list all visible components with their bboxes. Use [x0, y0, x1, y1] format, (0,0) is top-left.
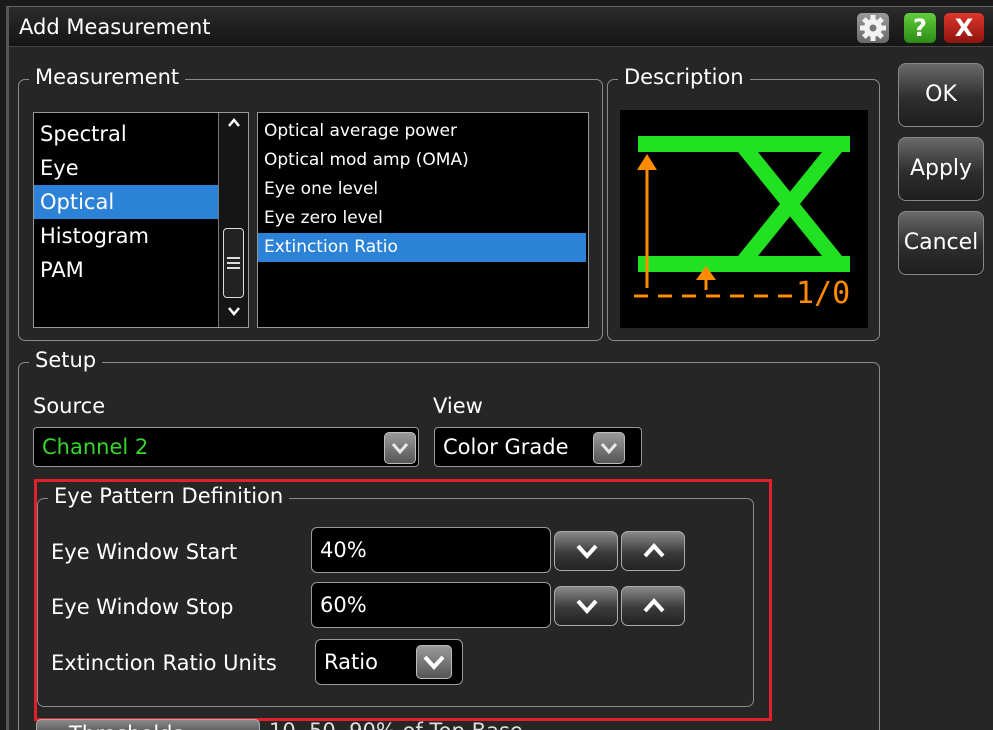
description-legend: Description — [618, 65, 750, 89]
gear-icon[interactable] — [857, 13, 889, 43]
scroll-down-icon[interactable] — [224, 305, 244, 323]
scroll-up-icon[interactable] — [224, 117, 244, 135]
measurement-list[interactable]: Optical average power Optical mod amp (O… — [257, 112, 589, 328]
thresholds-button-label: Thresholds — [69, 722, 183, 730]
category-list[interactable]: Spectral Eye Optical Histogram PAM — [33, 112, 249, 328]
ok-button[interactable]: OK — [898, 63, 984, 127]
title-bar: Add Measurement ? X — [9, 7, 993, 47]
setup-legend: Setup — [29, 348, 103, 372]
measurement-item[interactable]: Eye one level — [258, 175, 588, 204]
help-icon[interactable]: ? — [904, 13, 936, 43]
view-select[interactable]: Color Grade — [434, 427, 642, 467]
close-icon[interactable]: X — [944, 13, 984, 43]
measurement-group: Measurement Spectral Eye Optical Histogr… — [18, 65, 603, 341]
highlight-box — [34, 479, 772, 721]
measurement-item[interactable]: Eye zero level — [258, 204, 588, 233]
add-measurement-dialog: Add Measurement ? X Measurement Spectral… — [6, 6, 993, 730]
source-label: Source — [33, 394, 106, 418]
category-item-pam[interactable]: PAM — [34, 253, 248, 287]
category-item-histogram[interactable]: Histogram — [34, 219, 248, 253]
category-item-optical[interactable]: Optical — [34, 185, 218, 219]
thresholds-button[interactable]: Thresholds — [36, 719, 260, 730]
category-scrollbar[interactable] — [218, 113, 248, 327]
scroll-thumb[interactable] — [223, 228, 244, 298]
source-select[interactable]: Channel 2 — [33, 427, 419, 467]
measurement-item[interactable]: Optical mod amp (OMA) — [258, 146, 588, 175]
category-item-eye[interactable]: Eye — [34, 151, 248, 185]
apply-button[interactable]: Apply — [898, 137, 984, 201]
chevron-down-icon[interactable] — [593, 432, 625, 464]
chevron-down-icon[interactable] — [384, 432, 416, 464]
extinction-ratio-diagram: 1/0 — [620, 110, 868, 328]
measurement-item-extinction-ratio[interactable]: Extinction Ratio — [258, 233, 586, 262]
dialog-title: Add Measurement — [19, 15, 211, 39]
cancel-button[interactable]: Cancel — [898, 211, 984, 275]
source-value: Channel 2 — [42, 435, 149, 459]
view-value: Color Grade — [443, 435, 569, 459]
diagram-ratio-label: 1/0 — [796, 276, 851, 311]
view-label: View — [433, 394, 483, 418]
measurement-item[interactable]: Optical average power — [258, 117, 588, 146]
category-item-spectral[interactable]: Spectral — [34, 117, 248, 151]
measurement-legend: Measurement — [29, 65, 186, 89]
thresholds-value: 10, 50, 90% of Top-Base — [269, 719, 523, 730]
description-group: Description 1/0 — [607, 65, 880, 341]
